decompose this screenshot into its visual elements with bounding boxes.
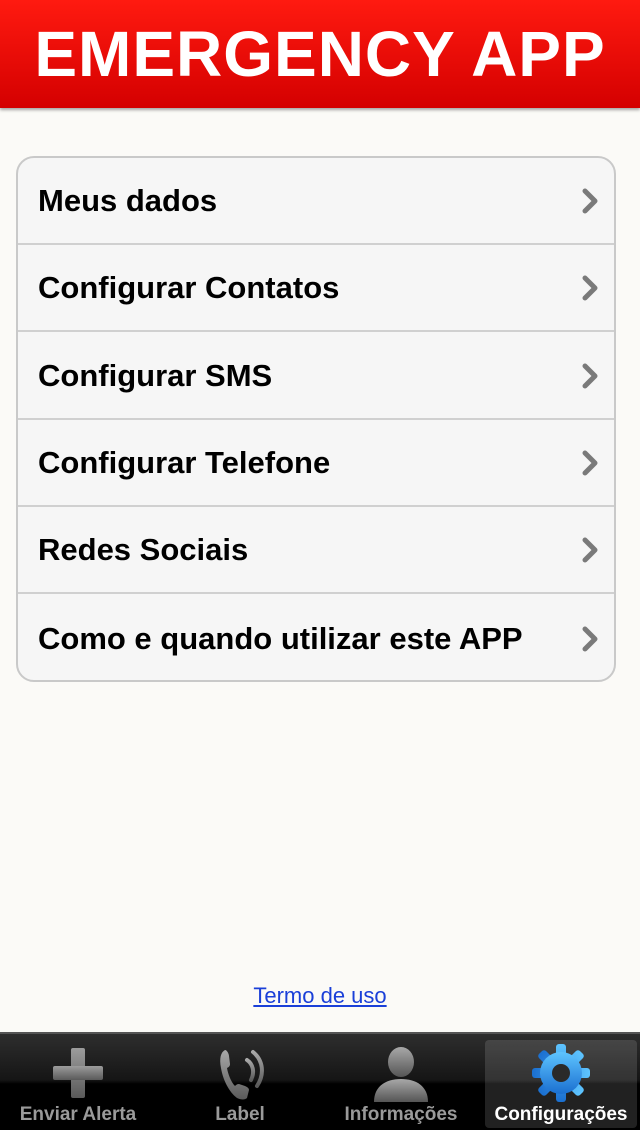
menu-item-configurar-sms[interactable]: Configurar SMS — [18, 333, 614, 420]
chevron-right-icon — [582, 188, 598, 213]
terms-link[interactable]: Termo de uso — [253, 983, 386, 1008]
menu-item-configurar-telefone[interactable]: Configurar Telefone — [18, 420, 614, 507]
chevron-right-icon — [582, 626, 598, 651]
terms-container: Termo de uso — [0, 983, 640, 1009]
chevron-right-icon — [582, 450, 598, 475]
tab-label: Configurações — [494, 1104, 628, 1125]
chevron-right-icon — [582, 363, 598, 388]
chevron-right-icon — [582, 275, 598, 300]
tab-label-phone[interactable]: Label — [164, 1040, 316, 1128]
tab-enviar-alerta[interactable]: Enviar Alerta — [2, 1040, 154, 1128]
settings-menu: Meus dados Configurar Contatos Configura… — [16, 156, 616, 682]
tab-bar: Enviar Alerta Label Informações Configur… — [0, 1032, 640, 1130]
phone-icon — [220, 1050, 264, 1100]
menu-item-como-utilizar[interactable]: Como e quando utilizar este APP — [18, 595, 614, 680]
app-title: EMERGENCY APP — [34, 18, 606, 90]
plus-icon — [53, 1048, 103, 1098]
person-icon — [374, 1047, 428, 1102]
menu-item-redes-sociais[interactable]: Redes Sociais — [18, 507, 614, 594]
menu-item-label: Redes Sociais — [38, 531, 249, 567]
menu-item-label: Meus dados — [38, 182, 218, 218]
menu-item-label: Configurar Contatos — [38, 269, 340, 305]
gear-icon — [532, 1044, 590, 1102]
tab-configuracoes[interactable]: Configurações — [485, 1040, 637, 1128]
tab-label: Enviar Alerta — [19, 1104, 137, 1125]
tab-informacoes[interactable]: Informações — [325, 1040, 477, 1128]
menu-item-label: Configurar SMS — [38, 357, 273, 393]
menu-item-label: Configurar Telefone — [38, 444, 331, 480]
tab-label: Informações — [344, 1104, 458, 1125]
app-header: EMERGENCY APP — [0, 0, 640, 108]
menu-item-configurar-contatos[interactable]: Configurar Contatos — [18, 245, 614, 332]
tab-label: Label — [215, 1104, 265, 1125]
menu-item-label: Como e quando utilizar este APP — [38, 620, 523, 656]
menu-item-meus-dados[interactable]: Meus dados — [18, 158, 614, 245]
chevron-right-icon — [582, 537, 598, 562]
